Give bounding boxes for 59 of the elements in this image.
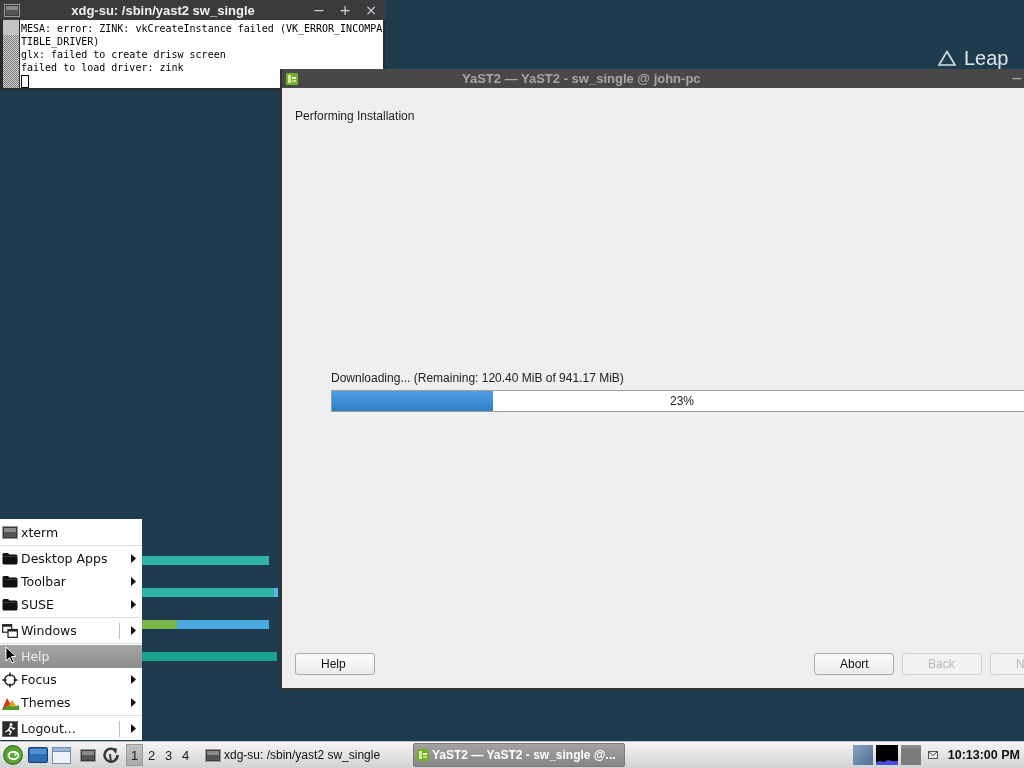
terminal-line: failed to load driver: zink [21, 61, 184, 74]
submenu-arrow-icon [131, 698, 136, 707]
submenu-arrow-icon [131, 675, 136, 684]
menu-item[interactable]: SUSE [0, 593, 142, 616]
logo-icon[interactable] [3, 745, 23, 765]
submenu-arrow-icon [131, 554, 136, 563]
folder-icon [2, 598, 18, 611]
window-icon[interactable] [52, 746, 71, 764]
menu-item[interactable]: Desktop Apps [0, 547, 142, 570]
triangle-logo-icon [938, 50, 956, 66]
folder-icon [2, 552, 18, 565]
window-title: YaST2 — YaST2 - sw_single @ john-pc [462, 71, 701, 86]
workspace-button[interactable]: 3 [160, 744, 177, 766]
menu-item[interactable]: xterm [0, 521, 142, 544]
workspace-button[interactable]: 4 [177, 744, 194, 766]
menu-item[interactable]: Themes [0, 691, 142, 714]
maximize-button[interactable]: + [332, 0, 358, 20]
window-title: xdg-su: /sbin/yast2 sw_single [71, 2, 255, 18]
submenu-arrow-icon [131, 626, 136, 635]
tray-tile-icon[interactable] [900, 745, 921, 765]
menu-item[interactable]: Toolbar [0, 570, 142, 593]
tray-tile-icon[interactable] [852, 745, 873, 765]
minimize-button[interactable]: − [1010, 69, 1024, 88]
workspace-button[interactable]: 1 [126, 744, 143, 766]
desktop-icon[interactable] [28, 747, 48, 763]
minimize-button[interactable]: − [306, 0, 332, 20]
submenu-arrow-icon [131, 577, 136, 586]
progress-reading: 23% [670, 394, 694, 408]
crosshair-icon [2, 671, 18, 688]
window-logo-icon [286, 72, 298, 85]
terminal-icon[interactable] [80, 748, 96, 762]
scrollbar-thumb[interactable] [3, 20, 19, 35]
envelope-icon[interactable] [927, 751, 938, 759]
menu-item[interactable]: Logout... [0, 717, 142, 740]
logo-text: Leap [964, 48, 1009, 68]
taskbar-button[interactable]: xdg-su: /sbin/yast2 sw_single [201, 743, 408, 767]
scrollbar[interactable] [3, 20, 19, 88]
close-button[interactable]: × [358, 0, 384, 20]
menu-item[interactable]: Focus [0, 668, 142, 691]
terminal-icon [4, 3, 20, 17]
submenu-arrow-icon [131, 724, 136, 733]
circular-arrow-icon[interactable] [102, 746, 120, 764]
abort-button[interactable]: Abort [814, 653, 894, 675]
workspace-button[interactable]: 2 [143, 744, 160, 766]
terminal-icon [2, 526, 18, 539]
folder-icon [2, 575, 18, 588]
terminal-line: MESA: error: ZINK: vkCreateInstance failed (VK_ERROR_INCOMPATIBLE_DRIVER) [21, 22, 383, 48]
window-logo-icon [417, 749, 429, 761]
text-cursor-icon [21, 75, 29, 88]
terminal-icon [205, 748, 221, 762]
submenu-arrow-icon [131, 600, 136, 609]
page-heading: Performing Installation [295, 109, 415, 123]
clock: 10:13:00 PM [947, 748, 1020, 762]
help-button[interactable]: Help [295, 653, 375, 675]
menu-item[interactable]: Windows [0, 619, 142, 642]
cpu-graph-icon[interactable] [875, 745, 898, 765]
terminal-line: glx: failed to create drisw screen [21, 48, 226, 61]
mouse-pointer-icon [5, 646, 17, 664]
progress-label: Downloading... (Remaining: 120.40 MiB of 941.17 MiB) [331, 371, 624, 385]
